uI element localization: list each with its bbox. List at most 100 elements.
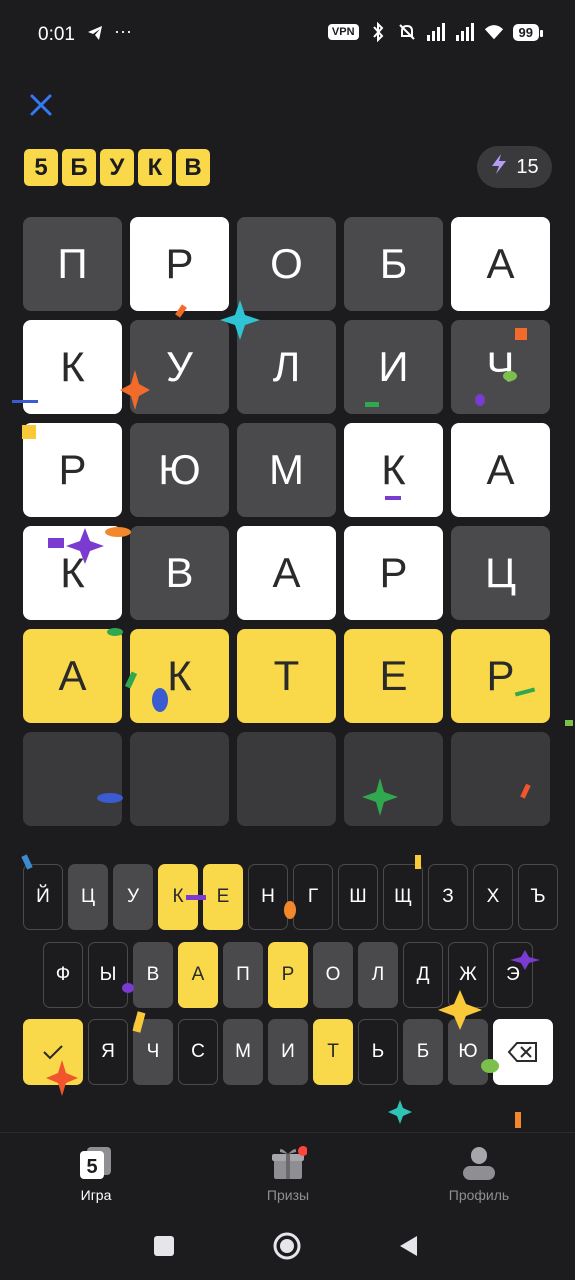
- wifi-icon: [484, 22, 504, 42]
- board-cell: [237, 732, 336, 826]
- telegram-icon: [86, 24, 104, 47]
- key[interactable]: Й: [23, 864, 63, 930]
- key[interactable]: С: [178, 1019, 218, 1085]
- logo-letter: Б: [62, 149, 96, 186]
- key[interactable]: О: [313, 942, 353, 1008]
- energy-counter[interactable]: 15: [477, 146, 552, 188]
- signal-1-icon: [426, 22, 446, 42]
- board-cell: А: [23, 629, 122, 723]
- key[interactable]: Н: [248, 864, 288, 930]
- tab-prizes[interactable]: Призы: [228, 1145, 348, 1203]
- board-cell: А: [451, 423, 550, 517]
- key[interactable]: Е: [203, 864, 243, 930]
- tab-label: Призы: [266, 1187, 310, 1203]
- profile-icon: [460, 1145, 498, 1181]
- board-cell: [451, 732, 550, 826]
- board-cell: М: [237, 423, 336, 517]
- board-cell: Ю: [130, 423, 229, 517]
- key[interactable]: Э: [493, 942, 533, 1008]
- close-icon[interactable]: [26, 90, 56, 120]
- back-button[interactable]: [397, 1234, 419, 1263]
- key[interactable]: Ч: [133, 1019, 173, 1085]
- key[interactable]: Д: [403, 942, 443, 1008]
- board-cell: Е: [344, 629, 443, 723]
- board-cell: А: [237, 526, 336, 620]
- mute-icon: [397, 22, 417, 42]
- key[interactable]: К: [158, 864, 198, 930]
- key[interactable]: Г: [293, 864, 333, 930]
- board-cell: Р: [344, 526, 443, 620]
- key[interactable]: Ъ: [518, 864, 558, 930]
- logo-letter: У: [100, 149, 134, 186]
- game-board: П Р О Б А К У Л И Ч Р Ю М К А К В А Р Ц …: [23, 217, 550, 826]
- tab-game[interactable]: 5 Игра: [36, 1145, 156, 1203]
- key[interactable]: Ц: [68, 864, 108, 930]
- game-logo-icon: 5: [77, 1145, 115, 1181]
- bluetooth-icon: [368, 22, 388, 42]
- key[interactable]: И: [268, 1019, 308, 1085]
- game-logo: 5 Б У К В: [24, 149, 210, 186]
- board-cell: К: [344, 423, 443, 517]
- board-cell: Т: [237, 629, 336, 723]
- home-button[interactable]: [272, 1231, 302, 1266]
- checkmark-icon: [43, 1045, 63, 1060]
- key[interactable]: Ю: [448, 1019, 488, 1085]
- energy-count: 15: [516, 155, 539, 178]
- battery-indicator: 99: [512, 23, 544, 41]
- more-notifications-icon: ···: [114, 21, 132, 41]
- key[interactable]: Т: [313, 1019, 353, 1085]
- board-cell: У: [130, 320, 229, 414]
- board-cell: Б: [344, 217, 443, 311]
- status-bar: 0:01 ··· VPN 99: [0, 0, 575, 70]
- key[interactable]: В: [133, 942, 173, 1008]
- board-cell: Р: [23, 423, 122, 517]
- key[interactable]: З: [428, 864, 468, 930]
- lightning-icon: [490, 153, 508, 181]
- tab-label: Профиль: [448, 1187, 510, 1203]
- board-cell: Р: [451, 629, 550, 723]
- delete-button[interactable]: [493, 1019, 553, 1085]
- key[interactable]: Ж: [448, 942, 488, 1008]
- star-teal-icon: [388, 1100, 412, 1124]
- keyboard-row-3: Я Ч С М И Т Ь Б Ю: [23, 1019, 553, 1085]
- backspace-icon: [507, 1042, 537, 1062]
- back-triangle-icon: [400, 1236, 417, 1256]
- board-cell: И: [344, 320, 443, 414]
- board-cell: Ч: [451, 320, 550, 414]
- board-cell: Л: [237, 320, 336, 414]
- key[interactable]: Л: [358, 942, 398, 1008]
- key[interactable]: Б: [403, 1019, 443, 1085]
- key[interactable]: Р: [268, 942, 308, 1008]
- recent-apps-button[interactable]: [153, 1235, 175, 1262]
- key[interactable]: У: [113, 864, 153, 930]
- submit-button[interactable]: [23, 1019, 83, 1085]
- key[interactable]: А: [178, 942, 218, 1008]
- board-cell: [130, 732, 229, 826]
- square-icon: [154, 1236, 174, 1256]
- confetti-square-icon: [565, 720, 573, 726]
- board-cell: [344, 732, 443, 826]
- svg-text:5: 5: [86, 1156, 97, 1178]
- board-cell: Ц: [451, 526, 550, 620]
- tab-label: Игра: [80, 1187, 112, 1203]
- key[interactable]: Х: [473, 864, 513, 930]
- tab-profile[interactable]: Профиль: [419, 1145, 539, 1203]
- logo-letter: 5: [24, 149, 58, 186]
- key[interactable]: Ф: [43, 942, 83, 1008]
- confetti-strip-icon: [515, 1112, 521, 1128]
- board-cell: Р: [130, 217, 229, 311]
- key[interactable]: Ш: [338, 864, 378, 930]
- system-nav-bar: [0, 1217, 575, 1280]
- key[interactable]: Ь: [358, 1019, 398, 1085]
- keyboard-row-1: Й Ц У К Е Н Г Ш Щ З Х Ъ: [23, 864, 558, 930]
- board-cell: [23, 732, 122, 826]
- board-cell: О: [237, 217, 336, 311]
- key[interactable]: П: [223, 942, 263, 1008]
- key[interactable]: Я: [88, 1019, 128, 1085]
- key[interactable]: Ы: [88, 942, 128, 1008]
- keyboard-row-2: Ф Ы В А П Р О Л Д Ж Э: [43, 942, 533, 1008]
- board-cell: К: [130, 629, 229, 723]
- key[interactable]: М: [223, 1019, 263, 1085]
- key[interactable]: Щ: [383, 864, 423, 930]
- board-cell: В: [130, 526, 229, 620]
